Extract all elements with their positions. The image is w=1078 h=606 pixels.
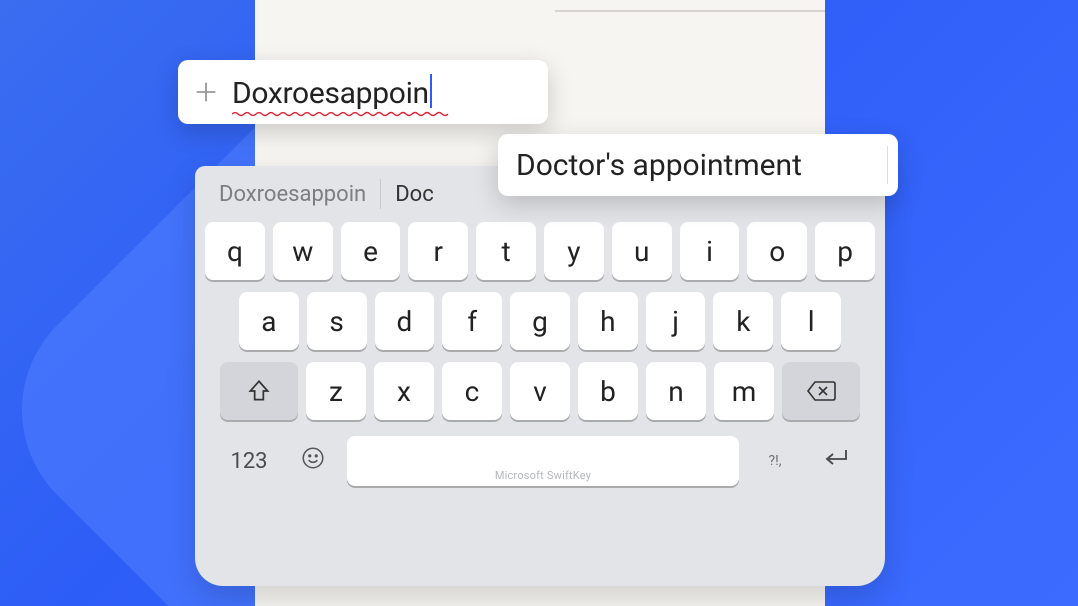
key-h[interactable]: h (578, 292, 638, 350)
key-r[interactable]: r (408, 222, 468, 280)
key-g[interactable]: g (510, 292, 570, 350)
key-l[interactable]: l (781, 292, 841, 350)
key-v[interactable]: v (510, 362, 570, 420)
key-t[interactable]: t (476, 222, 536, 280)
key-d[interactable]: d (375, 292, 435, 350)
key-c[interactable]: c (442, 362, 502, 420)
key-k[interactable]: k (713, 292, 773, 350)
keyboard-row-2: a s d f g h j k l (205, 292, 875, 350)
plus-icon (192, 78, 220, 106)
enter-icon (821, 446, 851, 476)
numbers-key[interactable]: 123 (219, 436, 279, 486)
key-j[interactable]: j (646, 292, 706, 350)
keyboard-bottom-row: 123 Microsoft SwiftKey ?!, (205, 432, 875, 486)
autocorrect-suggestion-card[interactable]: Doctor's appointment (498, 134, 898, 196)
shift-icon (246, 378, 272, 404)
key-w[interactable]: w (273, 222, 333, 280)
suggestion-divider (887, 146, 888, 184)
backspace-icon (806, 380, 836, 402)
input-text: Doxroesappoin (232, 74, 432, 111)
onscreen-keyboard: Doxroesappoin Doc q w e r t y u i o p a … (195, 166, 885, 586)
key-p[interactable]: p (815, 222, 875, 280)
key-b[interactable]: b (578, 362, 638, 420)
key-f[interactable]: f (442, 292, 502, 350)
key-y[interactable]: y (544, 222, 604, 280)
text-input-card[interactable]: Doxroesappoin (178, 60, 548, 124)
shift-key[interactable] (220, 362, 298, 420)
punctuation-key[interactable]: ?!, (753, 436, 797, 486)
key-s[interactable]: s (307, 292, 367, 350)
suggestion-item-2[interactable]: Doc (381, 179, 448, 209)
key-x[interactable]: x (374, 362, 434, 420)
key-a[interactable]: a (239, 292, 299, 350)
text-caret (430, 74, 432, 108)
key-q[interactable]: q (205, 222, 265, 280)
keyboard-row-1: q w e r t y u i o p (205, 222, 875, 280)
key-m[interactable]: m (714, 362, 774, 420)
input-text-value: Doxroesappoin (232, 76, 429, 111)
suggestion-item-1[interactable]: Doxroesappoin (205, 179, 381, 209)
key-o[interactable]: o (747, 222, 807, 280)
keyboard-branding: Microsoft SwiftKey (495, 469, 591, 482)
divider-line (555, 10, 825, 12)
enter-key[interactable] (811, 436, 861, 486)
emoji-key[interactable] (293, 436, 333, 486)
key-i[interactable]: i (680, 222, 740, 280)
spacebar-key[interactable]: Microsoft SwiftKey (347, 436, 739, 486)
smile-icon (300, 445, 326, 477)
key-u[interactable]: u (612, 222, 672, 280)
spellcheck-underline-icon (232, 111, 452, 117)
keyboard-rows: q w e r t y u i o p a s d f g h j k l (195, 216, 885, 486)
keyboard-row-3: z x c v b n m (205, 362, 875, 420)
autocorrect-suggestion-text: Doctor's appointment (516, 148, 802, 183)
key-n[interactable]: n (646, 362, 706, 420)
key-z[interactable]: z (306, 362, 366, 420)
key-e[interactable]: e (341, 222, 401, 280)
backspace-key[interactable] (782, 362, 860, 420)
